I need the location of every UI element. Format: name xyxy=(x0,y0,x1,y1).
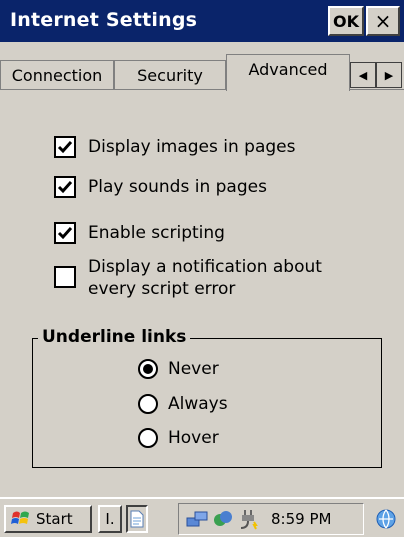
taskbar: Start I. 8:59 PM xyxy=(0,497,404,537)
never-label: Never xyxy=(168,359,219,379)
tab-strip: Connection Security Advanced ◀ ▶ xyxy=(0,52,404,91)
windows-flag-icon xyxy=(11,511,29,524)
clock-time[interactable]: 8:59 PM xyxy=(271,510,331,528)
play-sounds-label: Play sounds in pages xyxy=(88,177,267,197)
enable-scripting-label: Enable scripting xyxy=(88,223,225,243)
tab-connection[interactable]: Connection xyxy=(0,60,114,90)
always-label: Always xyxy=(168,394,228,414)
checkmark-icon xyxy=(57,141,73,154)
tab-scroll-left-button[interactable]: ◀ xyxy=(350,62,376,88)
option-script-error-notification[interactable]: Display a notification about every scrip… xyxy=(54,257,348,300)
option-display-images[interactable]: Display images in pages xyxy=(54,136,296,158)
display-images-checkbox[interactable] xyxy=(54,136,76,158)
radio-always[interactable]: Always xyxy=(138,393,228,415)
checkmark-icon xyxy=(57,181,73,194)
script-error-label: Display a notification about every scrip… xyxy=(88,257,322,299)
tab-security[interactable]: Security xyxy=(114,60,226,90)
network-icon[interactable] xyxy=(185,508,209,530)
underline-links-title: Underline links xyxy=(38,326,191,348)
start-label: Start xyxy=(36,510,73,528)
enable-scripting-checkbox[interactable] xyxy=(54,222,76,244)
play-sounds-checkbox[interactable] xyxy=(54,176,76,198)
tab-advanced[interactable]: Advanced xyxy=(226,54,350,91)
checkmark-icon xyxy=(57,227,73,240)
radio-hover[interactable]: Hover xyxy=(138,427,219,449)
document-glyph-icon xyxy=(130,510,144,528)
always-radio-button[interactable] xyxy=(138,394,158,414)
option-enable-scripting[interactable]: Enable scripting xyxy=(54,222,225,244)
close-button[interactable]: × xyxy=(366,6,400,36)
never-radio-button[interactable] xyxy=(138,359,158,379)
hover-radio-button[interactable] xyxy=(138,428,158,448)
window-title: Internet Settings xyxy=(10,9,198,31)
option-play-sounds[interactable]: Play sounds in pages xyxy=(54,176,267,198)
globe-glyph-icon xyxy=(376,509,396,529)
radio-selected-dot xyxy=(143,364,153,374)
title-bar: Internet Settings OK × xyxy=(0,0,404,42)
hover-label: Hover xyxy=(168,428,219,448)
radio-never[interactable]: Never xyxy=(138,358,219,380)
system-tray: 8:59 PM xyxy=(178,503,364,535)
ok-button[interactable]: OK xyxy=(328,6,364,36)
power-plug-icon[interactable] xyxy=(237,508,261,530)
start-button[interactable]: Start xyxy=(4,505,92,533)
tab-scroll-right-button[interactable]: ▶ xyxy=(376,62,402,88)
display-images-label: Display images in pages xyxy=(88,137,296,157)
task-button-internet[interactable]: I. xyxy=(98,505,122,533)
internet-explorer-icon[interactable] xyxy=(372,505,400,533)
sync-icon[interactable] xyxy=(211,508,235,530)
document-icon[interactable] xyxy=(126,505,148,533)
script-error-checkbox[interactable] xyxy=(54,266,76,288)
